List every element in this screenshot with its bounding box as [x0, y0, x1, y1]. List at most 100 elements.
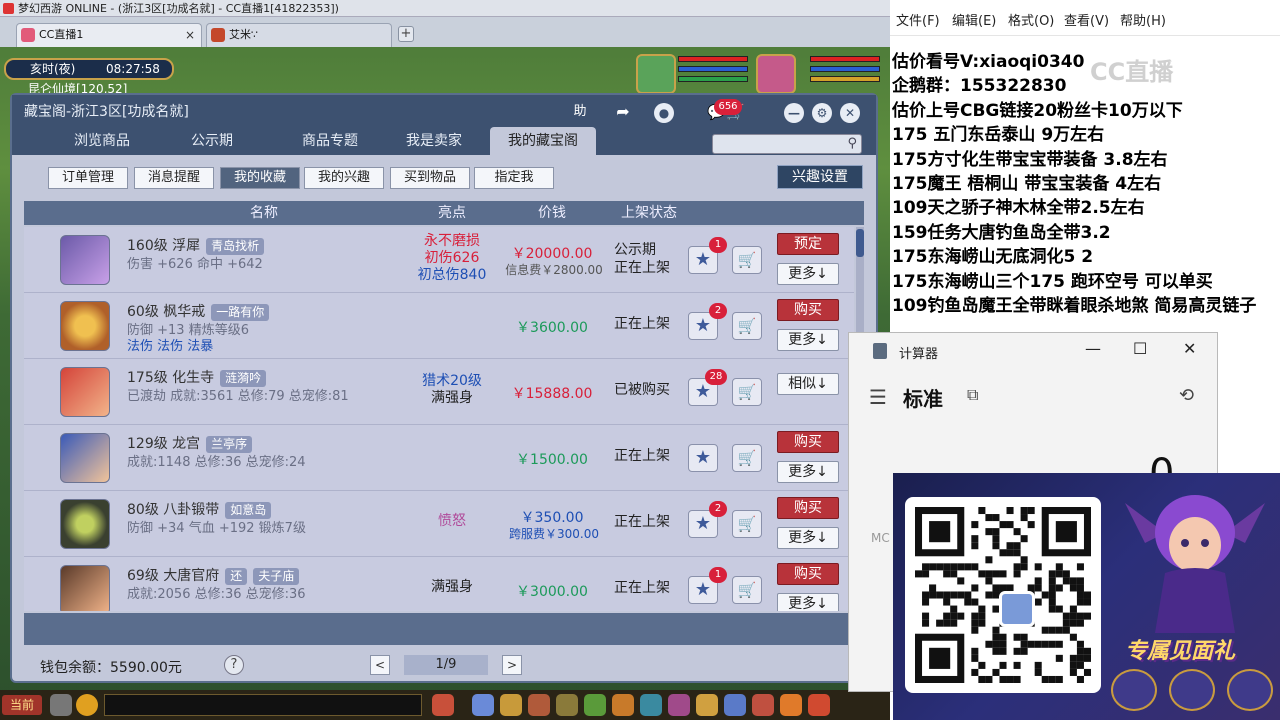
pet-portrait[interactable] — [636, 54, 676, 94]
cart-icon[interactable]: 🛒 — [732, 576, 762, 604]
interest-settings-button[interactable]: 兴趣设置 — [777, 165, 863, 189]
pet-icon[interactable] — [432, 694, 454, 716]
maximize-button[interactable]: ☐ — [1133, 339, 1147, 358]
more-button[interactable]: 更多↓ — [777, 263, 839, 285]
bought-items-button[interactable]: 买到物品 — [390, 167, 470, 189]
favorite-star-icon[interactable]: ★ 1 — [688, 237, 727, 274]
order-management-button[interactable]: 订单管理 — [48, 167, 128, 189]
stats-line: 防御 +13 精炼等级6 — [127, 323, 249, 338]
ring-icon — [60, 301, 110, 351]
team-icon[interactable] — [528, 694, 550, 716]
trade-icon[interactable] — [584, 694, 606, 716]
keep-on-top-icon[interactable]: ⧉ — [967, 385, 978, 405]
menu-format[interactable]: 格式(O) — [1008, 10, 1054, 29]
system-icon[interactable] — [808, 694, 830, 716]
favorite-star-icon[interactable]: ★ 2 — [688, 303, 727, 340]
cart-icon[interactable]: 🛒 — [732, 312, 762, 340]
reserve-button[interactable]: 预定 — [777, 233, 839, 255]
tab-public-period[interactable]: 公示期 — [174, 127, 250, 155]
similar-button[interactable]: 相似↓ — [777, 373, 839, 395]
cart-icon[interactable]: 🛒 — [732, 246, 762, 274]
shop-icon[interactable] — [752, 694, 774, 716]
cart-icon[interactable]: 🛒 — [732, 510, 762, 538]
buy-button[interactable]: 购买 — [777, 431, 839, 453]
more-button[interactable]: 更多↓ — [777, 329, 839, 351]
calculator-mode: 标准 — [903, 387, 943, 411]
help-button[interactable]: 助 — [567, 101, 593, 123]
table-row[interactable]: 175级 化生寺 涟漪吟 已渡劫 成就:3561 总修:79 总宠修:81 猎术2… — [24, 359, 854, 425]
close-button[interactable]: ✕ — [1183, 339, 1196, 358]
table-row[interactable]: 69级 大唐官府还夫子庙 成就:2056 总修:36 总宠修:36 满强身 ￥3… — [24, 557, 854, 611]
favorite-star-icon[interactable]: ★ 1 — [688, 567, 727, 604]
notepad-text-area[interactable]: 估价看号V:xiaoqi0340 企鹅群：155322830 估价上号CBG链接… — [892, 50, 1280, 318]
player-portrait[interactable] — [756, 54, 796, 94]
favorite-star-icon[interactable]: ★ 28 — [688, 369, 727, 406]
tab-topics[interactable]: 商品专题 — [280, 127, 380, 155]
help-question-icon[interactable]: ? — [224, 655, 244, 675]
close-icon[interactable]: ✕ — [840, 103, 860, 123]
give-icon[interactable] — [556, 694, 578, 716]
message-reminder-button[interactable]: 消息提醒 — [134, 167, 214, 189]
tab-browse[interactable]: 浏览商品 — [60, 127, 144, 155]
buy-button[interactable]: 购买 — [777, 497, 839, 519]
item-name: 80级 八卦锻带 — [127, 502, 220, 518]
favorite-star-icon[interactable]: ★ 2 — [688, 501, 727, 538]
cart-icon[interactable]: 🛒 — [732, 444, 762, 472]
cart-icon[interactable]: 🛒 — [732, 378, 762, 406]
attack-icon[interactable] — [472, 694, 494, 716]
buy-button[interactable]: 购买 — [777, 563, 839, 585]
settings-gear-icon[interactable]: ⚙ — [812, 103, 832, 123]
close-icon[interactable]: × — [185, 24, 195, 46]
search-input[interactable]: ⚲ — [712, 134, 862, 154]
emoji-icon[interactable] — [76, 694, 98, 716]
history-icon[interactable]: ⟲ — [1179, 385, 1194, 406]
activity-icon[interactable] — [780, 694, 802, 716]
microphone-icon[interactable] — [50, 694, 72, 716]
tab-seller[interactable]: 我是卖家 — [390, 127, 478, 155]
tab-cc-live[interactable]: CC直播1 × — [16, 23, 202, 47]
my-favorites-button[interactable]: 我的收藏 — [220, 167, 300, 189]
text-line: 175东海崂山无底洞化5 2 — [892, 247, 1094, 268]
minimize-icon[interactable]: — — [784, 103, 804, 123]
minimize-button[interactable]: — — [1085, 339, 1101, 358]
table-row[interactable]: 160级 浮犀 青岛找析 伤害 +626 命中 +642 永不磨损 初伤626 初… — [24, 227, 854, 293]
table-row[interactable]: 129级 龙宫 兰亭序 成就:1148 总修:36 总宠修:24 ￥1500.00… — [24, 425, 854, 491]
menu-edit[interactable]: 编辑(E) — [952, 10, 996, 29]
chat-input[interactable] — [104, 694, 422, 716]
table-row[interactable]: 80级 八卦锻带 如意岛 防御 +34 气血 +192 锻炼7级 愤怒 ￥350.… — [24, 491, 854, 557]
menu-view[interactable]: 查看(V) — [1064, 10, 1109, 29]
quest-icon[interactable] — [612, 694, 634, 716]
table-row[interactable]: 60级 枫华戒 一路有你 防御 +13 精炼等级6 法伤 法伤 法暴 ￥3600.… — [24, 293, 854, 359]
scrollbar-thumb[interactable] — [856, 229, 864, 257]
memory-clear-button[interactable]: MC — [871, 531, 890, 545]
more-button[interactable]: 更多↓ — [777, 593, 839, 611]
gang-icon[interactable] — [668, 694, 690, 716]
record-icon[interactable]: ● — [654, 103, 674, 123]
prev-page-button[interactable]: < — [370, 655, 390, 675]
new-tab-button[interactable]: + — [398, 26, 414, 42]
promo-button-3[interactable] — [1227, 669, 1273, 711]
favorite-star-icon[interactable]: ★ — [688, 444, 718, 472]
more-button[interactable]: 更多↓ — [777, 527, 839, 549]
tab-aimi[interactable]: 艾米∵ — [206, 23, 392, 47]
assigned-to-me-button[interactable]: 指定我 — [474, 167, 554, 189]
my-interests-button[interactable]: 我的兴趣 — [304, 167, 384, 189]
next-page-button[interactable]: > — [502, 655, 522, 675]
share-icon[interactable]: ➦ — [612, 101, 634, 123]
bag-icon[interactable] — [500, 694, 522, 716]
search-icon[interactable]: ⚲ — [847, 136, 857, 151]
book-icon[interactable] — [724, 694, 746, 716]
item-name: 129级 龙宫 — [127, 436, 201, 452]
calculator-app-icon — [873, 343, 887, 359]
menu-help[interactable]: 帮助(H) — [1120, 10, 1166, 29]
menu-file[interactable]: 文件(F) — [896, 10, 940, 29]
chat-channel-button[interactable]: 当前 — [2, 695, 42, 715]
tab-my-pavilion[interactable]: 我的藏宝阁 — [490, 127, 596, 155]
promo-button-1[interactable] — [1111, 669, 1157, 711]
more-button[interactable]: 更多↓ — [777, 461, 839, 483]
bell-icon[interactable] — [696, 694, 718, 716]
friends-icon[interactable] — [640, 694, 662, 716]
promo-button-2[interactable] — [1169, 669, 1215, 711]
buy-button[interactable]: 购买 — [777, 299, 839, 321]
hamburger-menu-icon[interactable]: ☰ — [869, 385, 887, 409]
